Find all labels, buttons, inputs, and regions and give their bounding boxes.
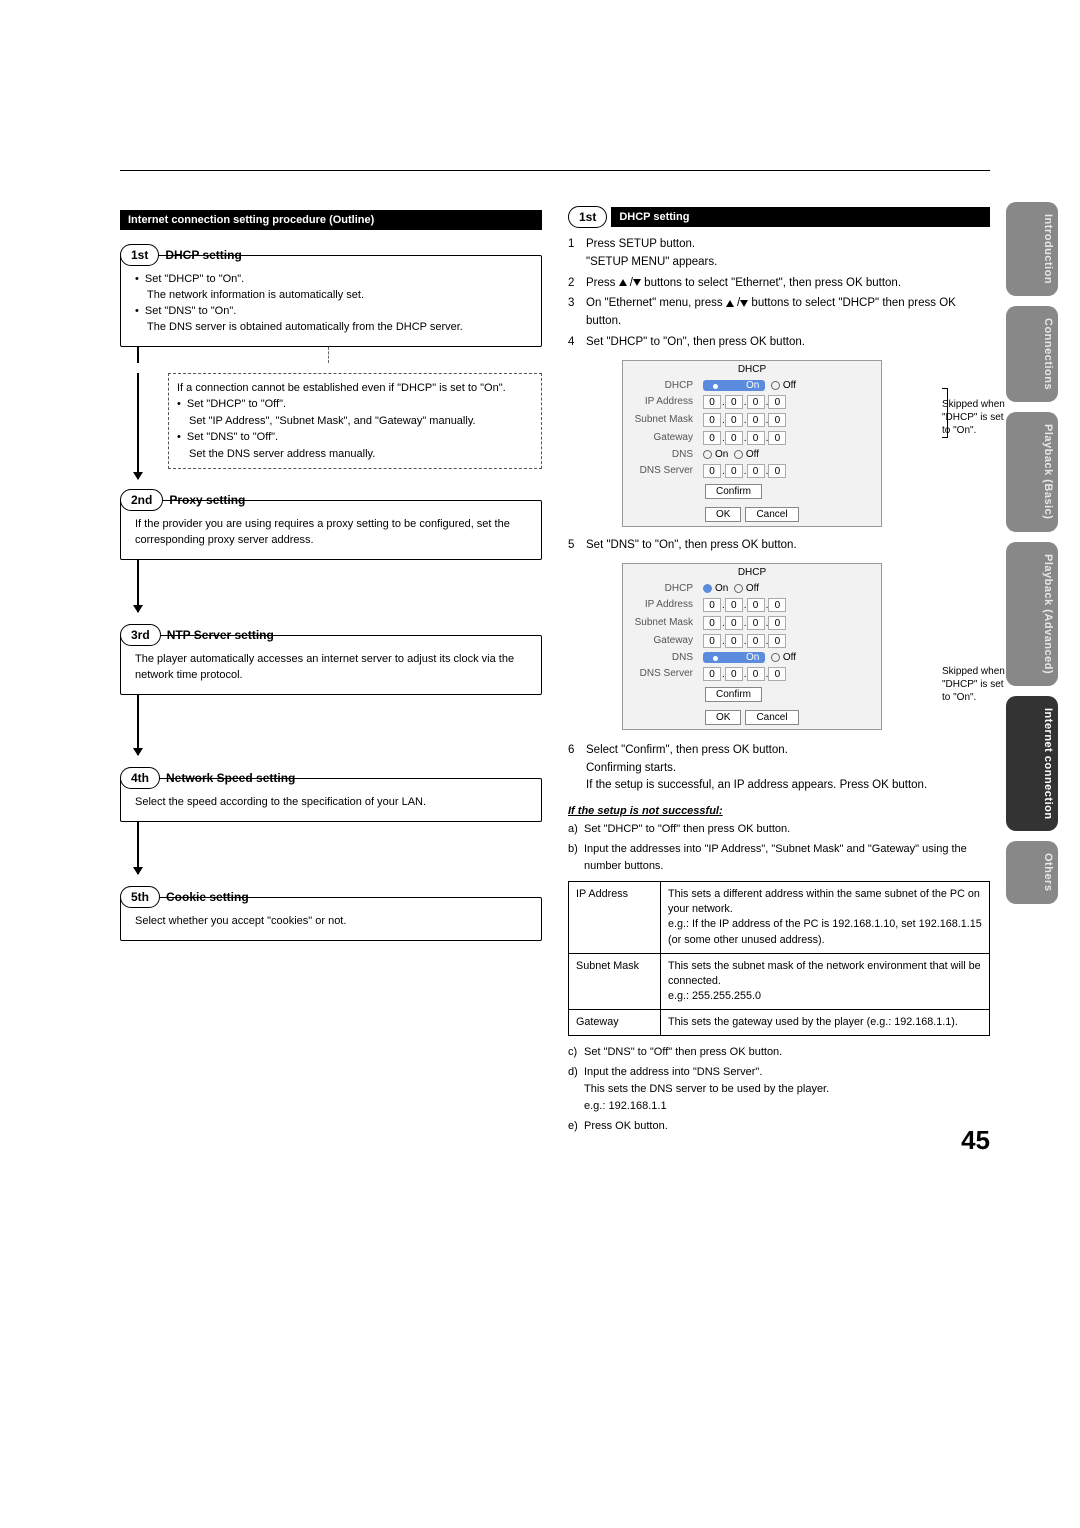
page-number: 45 (961, 1125, 990, 1156)
right-step-1-badge: 1st (568, 206, 607, 228)
step-3-body: The player automatically accesses an int… (131, 644, 531, 684)
step-2-title: Proxy setting (169, 493, 245, 507)
manual-setup-note: If a connection cannot be established ev… (168, 373, 542, 470)
step-2-body: If the provider you are using requires a… (131, 509, 531, 549)
tab-introduction[interactable]: Introduction (1006, 202, 1058, 296)
step-c: c)Set "DNS" to "Off" then press OK butto… (568, 1044, 990, 1061)
step-2-badge: 2nd (120, 489, 163, 511)
side-tabs: Introduction Connections Playback (Basic… (1006, 202, 1058, 904)
cancel-button[interactable]: Cancel (745, 710, 798, 725)
step-4-badge: 4th (120, 767, 160, 789)
unsuccessful-header: If the setup is not successful: (568, 805, 990, 817)
up-icon (726, 300, 734, 307)
instr-6: Select "Confirm", then press OK button. … (568, 742, 990, 795)
step-a: a)Set "DHCP" to "Off" then press OK butt… (568, 821, 990, 838)
step-5-badge: 5th (120, 886, 160, 908)
tab-connections[interactable]: Connections (1006, 306, 1058, 402)
step-3-badge: 3rd (120, 624, 161, 646)
skip-note: Skipped when "DHCP" is set to "On". (942, 665, 1012, 704)
step-1-line: Set "DHCP" to "On". (135, 272, 531, 288)
step-1-line: The DNS server is obtained automatically… (135, 320, 531, 336)
right-step-1-title: DHCP setting (611, 207, 990, 227)
cancel-button[interactable]: Cancel (745, 507, 798, 522)
step-4-body: Select the speed according to the specif… (131, 787, 531, 811)
instr-5: Set "DNS" to "On", then press OK button. (568, 537, 990, 555)
down-icon (633, 279, 641, 286)
up-icon (619, 279, 627, 286)
confirm-button[interactable]: Confirm (705, 484, 762, 499)
step-1-badge: 1st (120, 244, 159, 266)
tab-playback-basic[interactable]: Playback (Basic) (1006, 412, 1058, 531)
step-4-title: Network Speed setting (166, 771, 295, 785)
step-5-title: Cookie setting (166, 890, 249, 904)
tab-others[interactable]: Others (1006, 841, 1058, 903)
ok-button[interactable]: OK (705, 507, 741, 522)
outline-header: Internet connection setting procedure (O… (120, 210, 542, 230)
instr-3: On "Ethernet" menu, press / buttons to s… (568, 295, 990, 331)
dhcp-menu-2: DHCP DHCPOn Off IP Address0.0.0.0 Subnet… (622, 563, 882, 730)
confirm-button[interactable]: Confirm (705, 687, 762, 702)
step-5-body: Select whether you accept "cookies" or n… (131, 906, 531, 930)
instr-4: Set "DHCP" to "On", then press OK button… (568, 334, 990, 352)
tab-internet-connection[interactable]: Internet connection (1006, 696, 1058, 832)
skip-note: Skipped when "DHCP" is set to "On". (942, 398, 1012, 437)
step-d: d)Input the address into "DNS Server". T… (568, 1064, 990, 1115)
step-b: b)Input the addresses into "IP Address",… (568, 841, 990, 875)
ok-button[interactable]: OK (705, 710, 741, 725)
dhcp-menu-1: DHCP DHCPOn Off IP Address0.0.0.0 Subnet… (622, 360, 882, 527)
instr-1: Press SETUP button."SETUP MENU" appears. (568, 236, 990, 272)
address-table: IP AddressThis sets a different address … (568, 881, 990, 1036)
step-1-title: DHCP setting (165, 248, 241, 262)
step-1-line: The network information is automatically… (135, 288, 531, 304)
step-3-title: NTP Server setting (167, 628, 274, 642)
step-1-line: Set "DNS" to "On". (135, 304, 531, 320)
instr-2: Press / buttons to select "Ethernet", th… (568, 275, 990, 293)
step-e: e)Press OK button. (568, 1118, 990, 1135)
tab-playback-advanced[interactable]: Playback (Advanced) (1006, 542, 1058, 686)
